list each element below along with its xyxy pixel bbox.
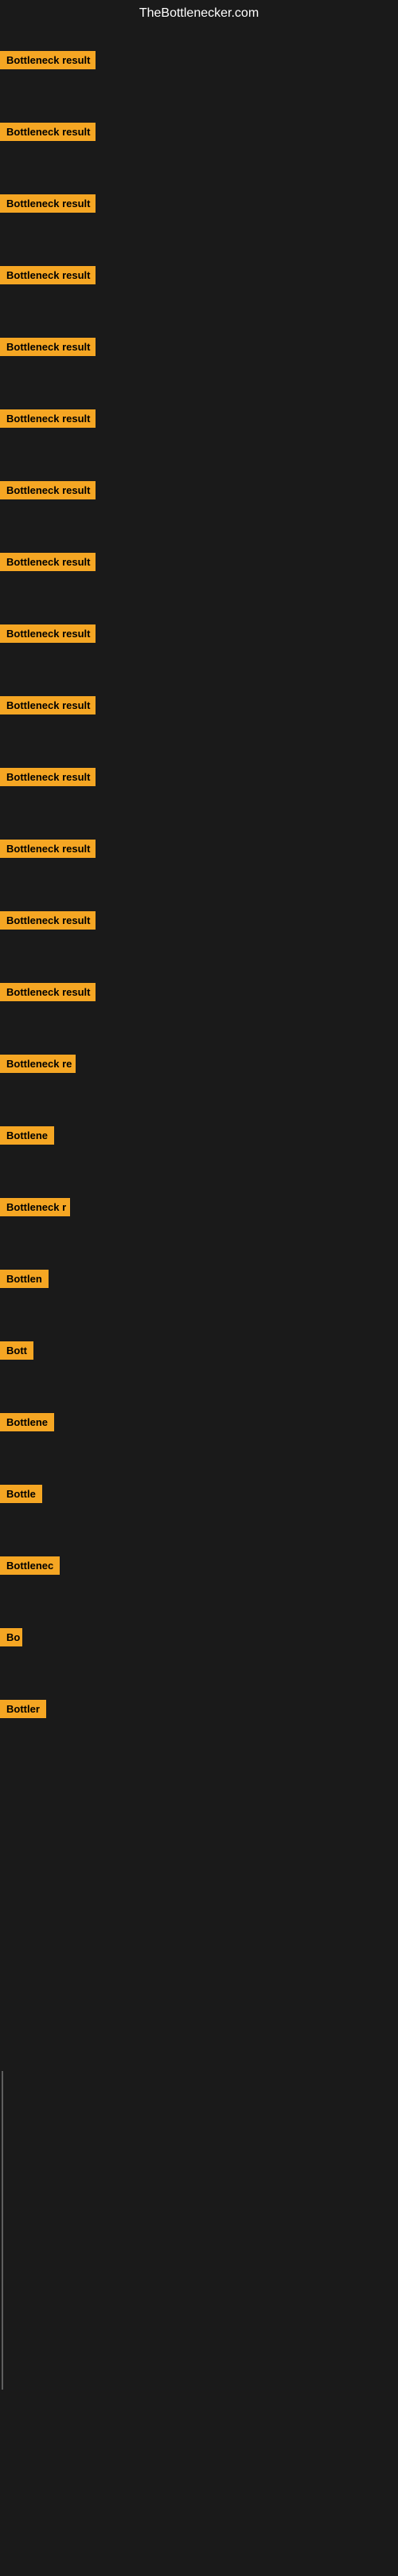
list-item: Bottleneck result [0,409,96,432]
bottleneck-badge: Bottleneck result [0,768,96,786]
list-item: Bottleneck result [0,768,96,790]
bottleneck-badge: Bottlene [0,1413,54,1431]
list-item: Bottle [0,1485,42,1507]
list-item: Bottleneck result [0,266,96,288]
list-item: Bottleneck result [0,194,96,217]
list-item: Bottleneck result [0,553,96,575]
bottleneck-badge: Bottleneck result [0,624,96,643]
list-item: Bottleneck r [0,1198,70,1220]
bottleneck-badge: Bottler [0,1700,46,1718]
list-item: Bottleneck result [0,983,96,1005]
bottleneck-badge: Bottleneck r [0,1198,70,1216]
bottleneck-badge: Bottle [0,1485,42,1503]
bottleneck-badge: Bottleneck result [0,51,96,69]
bottleneck-badge: Bottleneck result [0,911,96,930]
list-item: Bottleneck result [0,123,96,145]
site-header: TheBottlenecker.com [0,0,398,27]
vertical-line [2,2071,3,2390]
site-title: TheBottlenecker.com [0,0,398,27]
list-item: Bottler [0,1700,46,1722]
bottleneck-badge: Bottleneck result [0,553,96,571]
list-item: Bottleneck result [0,624,96,647]
bottleneck-badge: Bottleneck result [0,409,96,428]
bottleneck-badge: Bottleneck result [0,123,96,141]
list-item: Bottleneck re [0,1055,76,1077]
bottleneck-badge: Bottlen [0,1270,49,1288]
list-item: Bottleneck result [0,51,96,73]
bottleneck-badge: Bottlenec [0,1556,60,1575]
list-item: Bott [0,1341,33,1364]
bottleneck-badge: Bottleneck result [0,194,96,213]
list-item: Bottlene [0,1413,54,1435]
bottleneck-badge: Bottleneck result [0,266,96,284]
list-item: Bottlen [0,1270,49,1292]
list-item: Bottleneck result [0,840,96,862]
list-item: Bottlenec [0,1556,60,1579]
bottleneck-badge: Bottleneck re [0,1055,76,1073]
bottleneck-badge: Bottleneck result [0,840,96,858]
bottleneck-list: Bottleneck result Bottleneck result Bottle… [0,27,398,2576]
list-item: Bottlene [0,1126,54,1149]
bottleneck-badge: Bottleneck result [0,481,96,499]
bottleneck-badge: Bott [0,1341,33,1360]
bottleneck-badge: Bottleneck result [0,696,96,714]
list-item: Bottleneck result [0,911,96,934]
list-item: Bottleneck result [0,481,96,503]
bottleneck-badge: Bottleneck result [0,983,96,1001]
list-item: Bottleneck result [0,338,96,360]
list-item: Bottleneck result [0,696,96,718]
list-item: Bo [0,1628,22,1650]
bottleneck-badge: Bo [0,1628,22,1646]
bottleneck-badge: Bottlene [0,1126,54,1145]
bottleneck-badge: Bottleneck result [0,338,96,356]
